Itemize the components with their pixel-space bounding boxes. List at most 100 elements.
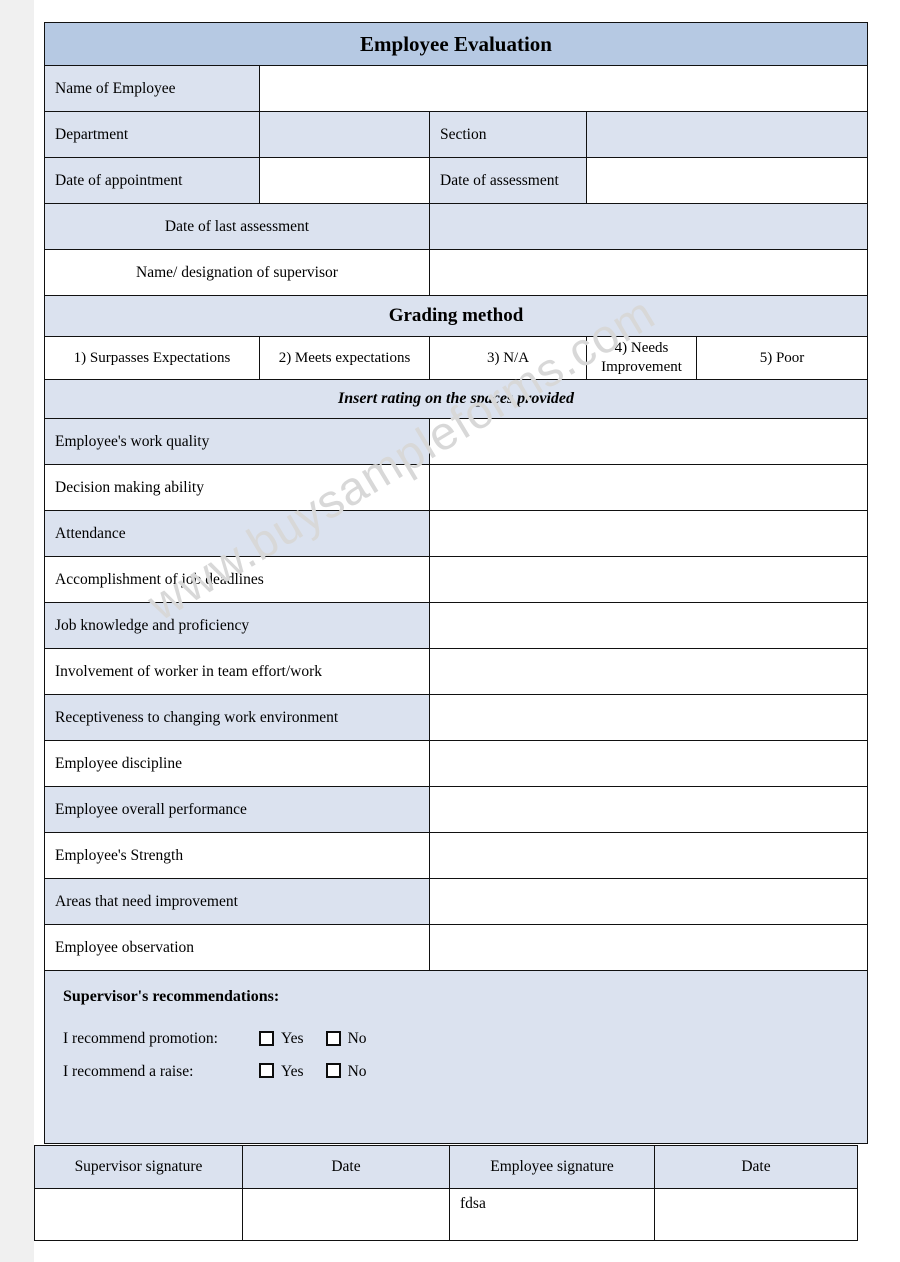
- employee-date-header: Date: [654, 1145, 858, 1189]
- criteria-row: Job knowledge and proficiency: [44, 602, 869, 649]
- section-field[interactable]: [585, 111, 869, 158]
- raise-yes-option[interactable]: Yes: [259, 1062, 304, 1081]
- promotion-recommendation-line: I recommend promotion: Yes No: [63, 1029, 849, 1048]
- date-of-appointment-field[interactable]: [259, 157, 430, 204]
- criteria-rating-field[interactable]: [428, 786, 869, 833]
- recommendations-row: Supervisor's recommendations: I recommen…: [43, 970, 869, 1144]
- criteria-rating-field[interactable]: [428, 740, 869, 787]
- grade-option-3: 3) N/A: [429, 336, 587, 380]
- employee-signature-field[interactable]: fdsa: [449, 1188, 655, 1241]
- promotion-yes-checkbox[interactable]: [259, 1031, 274, 1047]
- supervisor-date-field[interactable]: [242, 1188, 450, 1241]
- promotion-no-option[interactable]: No: [325, 1029, 367, 1048]
- title-row: Employee Evaluation: [43, 22, 869, 66]
- criteria-rating-field[interactable]: [428, 464, 869, 511]
- supervisor-signature-header: Supervisor signature: [34, 1145, 243, 1189]
- criteria-rating-field[interactable]: [428, 832, 869, 879]
- criteria-rating-field[interactable]: [428, 694, 869, 741]
- raise-yes-label: Yes: [281, 1063, 304, 1081]
- promotion-yes-label: Yes: [281, 1030, 304, 1047]
- criteria-label: Employee observation: [44, 924, 430, 971]
- criteria-label: Receptiveness to changing work environme…: [44, 694, 430, 741]
- criteria-row: Areas that need improvement: [44, 878, 869, 925]
- grading-method-heading: Grading method: [43, 295, 869, 337]
- criteria-label: Job knowledge and proficiency: [44, 602, 430, 649]
- criteria-row: Accomplishment of job deadlines: [44, 556, 869, 603]
- criteria-row: Decision making ability: [44, 464, 869, 511]
- criteria-label: Employee discipline: [44, 740, 430, 787]
- supervisor-label: Name/ designation of supervisor: [44, 249, 430, 296]
- criteria-row: Employee's Strength: [44, 832, 869, 879]
- criteria-row: Employee discipline: [44, 740, 869, 787]
- criteria-row: Employee's work quality: [44, 418, 869, 465]
- criteria-label: Attendance: [44, 510, 430, 557]
- supervisor-field[interactable]: [428, 249, 869, 296]
- criteria-rating-field[interactable]: [428, 924, 869, 971]
- department-field[interactable]: [259, 111, 430, 158]
- signature-header-row: Supervisor signature Date Employee signa…: [34, 1145, 858, 1189]
- raise-yes-checkbox[interactable]: [259, 1062, 274, 1078]
- recommendations-title: Supervisor's recommendations:: [63, 988, 280, 1005]
- criteria-label: Employee's work quality: [44, 418, 430, 465]
- criteria-rating-field[interactable]: [428, 602, 869, 649]
- rating-instruction: Insert rating on the spaces provided: [43, 379, 869, 419]
- criteria-row: Receptiveness to changing work environme…: [44, 694, 869, 741]
- raise-no-checkbox[interactable]: [325, 1062, 341, 1078]
- supervisor-row: Name/ designation of supervisor: [44, 249, 869, 296]
- raise-no-option[interactable]: No: [325, 1062, 367, 1081]
- grade-option-2: 2) Meets expectations: [259, 336, 430, 380]
- grading-method-heading-row: Grading method: [43, 295, 869, 337]
- promotion-yes-option[interactable]: Yes: [259, 1029, 304, 1048]
- rating-instruction-row: Insert rating on the spaces provided: [43, 379, 869, 419]
- raise-no-label: No: [347, 1063, 367, 1081]
- criteria-label: Employee's Strength: [44, 832, 430, 879]
- promotion-no-checkbox[interactable]: [325, 1031, 341, 1047]
- promotion-label: I recommend promotion:: [63, 1030, 218, 1047]
- criteria-rating-field[interactable]: [428, 418, 869, 465]
- section-label: Section: [429, 111, 587, 158]
- signature-value-row: fdsa: [34, 1188, 858, 1241]
- grade-option-1: 1) Surpasses Expectations: [44, 336, 260, 380]
- criteria-label: Accomplishment of job deadlines: [44, 556, 430, 603]
- criteria-label: Involvement of worker in team effort/wor…: [44, 648, 430, 695]
- employee-name-label: Name of Employee: [44, 65, 260, 112]
- grade-option-4: 4) Needs Improvement: [586, 336, 697, 380]
- criteria-rating-field[interactable]: [428, 556, 869, 603]
- criteria-row: Employee observation: [44, 924, 869, 971]
- date-of-assessment-field[interactable]: [585, 157, 869, 204]
- supervisor-signature-field[interactable]: [34, 1188, 243, 1241]
- grading-scale-row: 1) Surpasses Expectations 2) Meets expec…: [44, 336, 869, 380]
- date-of-last-assessment-field[interactable]: [428, 203, 869, 250]
- form-title: Employee Evaluation: [43, 22, 869, 66]
- criteria-row: Involvement of worker in team effort/wor…: [44, 648, 869, 695]
- date-of-last-assessment-label: Date of last assessment: [44, 203, 430, 250]
- department-label: Department: [44, 111, 260, 158]
- criteria-rating-field[interactable]: [428, 878, 869, 925]
- criteria-rating-field[interactable]: [428, 510, 869, 557]
- employee-signature-header: Employee signature: [449, 1145, 655, 1189]
- criteria-label: Decision making ability: [44, 464, 430, 511]
- promotion-no-label: No: [347, 1030, 367, 1047]
- employee-name-row: Name of Employee: [44, 65, 869, 112]
- appointment-assessment-row: Date of appointment Date of assessment: [44, 157, 869, 204]
- employee-evaluation-table: Employee Evaluation Name of Employee Dep…: [43, 22, 869, 1144]
- date-of-assessment-label: Date of assessment: [429, 157, 587, 204]
- form-sheet: www.buysampleforms.com Employee Evaluati…: [34, 0, 900, 1262]
- last-assessment-row: Date of last assessment: [44, 203, 869, 250]
- department-section-row: Department Section: [44, 111, 869, 158]
- raise-recommendation-line: I recommend a raise: Yes No: [63, 1062, 849, 1081]
- page-left-margin: [0, 0, 34, 1262]
- recommendations-block: Supervisor's recommendations: I recommen…: [43, 970, 869, 1144]
- criteria-row: Attendance: [44, 510, 869, 557]
- criteria-row: Employee overall performance: [44, 786, 869, 833]
- signature-table: Supervisor signature Date Employee signa…: [34, 1145, 858, 1241]
- date-of-appointment-label: Date of appointment: [44, 157, 260, 204]
- criteria-label: Areas that need improvement: [44, 878, 430, 925]
- employee-name-field[interactable]: [258, 65, 869, 112]
- supervisor-date-header: Date: [242, 1145, 450, 1189]
- employee-date-field[interactable]: [654, 1188, 858, 1241]
- grade-option-5: 5) Poor: [695, 336, 869, 380]
- criteria-label: Employee overall performance: [44, 786, 430, 833]
- criteria-rating-field[interactable]: [428, 648, 869, 695]
- raise-label: I recommend a raise:: [63, 1063, 194, 1081]
